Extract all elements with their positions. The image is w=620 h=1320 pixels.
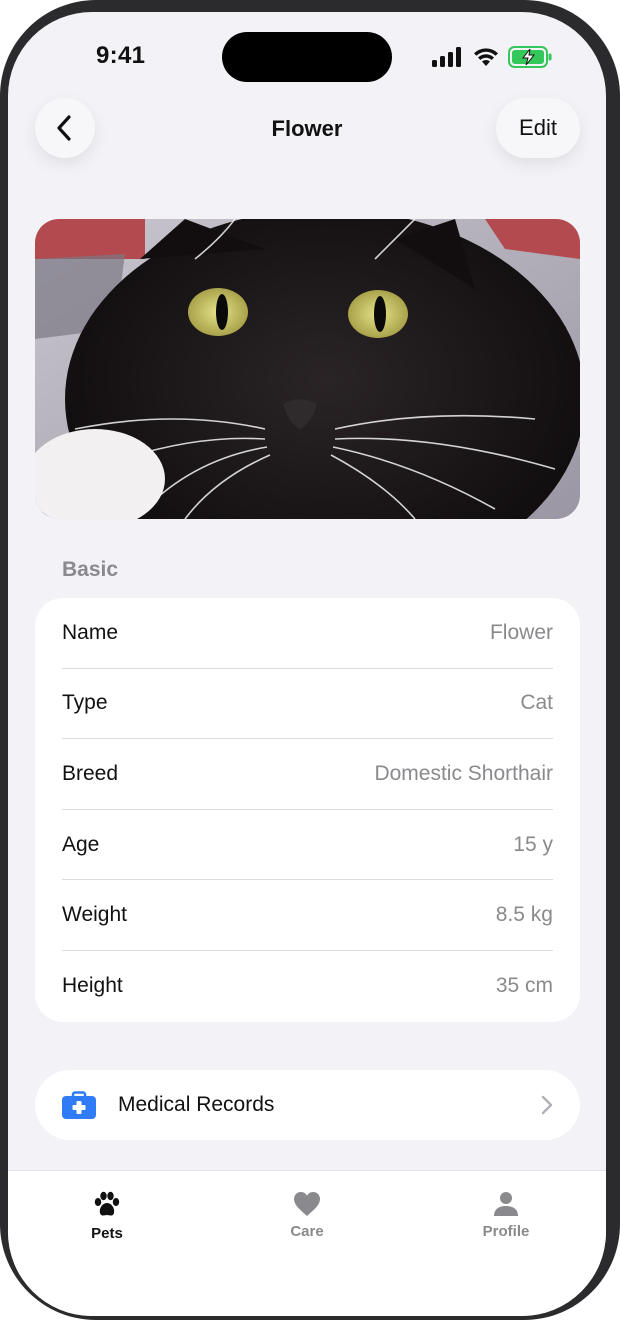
detail-value: Flower [489,620,553,644]
paw-icon [94,1191,120,1216]
tab-care[interactable]: Care [247,1191,367,1240]
medical-records-button[interactable]: Medical Records [35,1070,580,1140]
detail-label: Breed [62,761,119,785]
screen: 9:41 Flower Edit Basic Name Flower Type … [8,12,606,1316]
detail-row-type: Type Cat [62,669,553,740]
detail-label: Height [62,974,123,998]
tab-pets[interactable]: Pets [47,1191,167,1242]
tab-label: Pets [91,1225,123,1242]
device-frame: 9:41 Flower Edit Basic Name Flower Type … [0,0,620,1320]
chevron-right-icon [541,1095,553,1115]
status-time: 9:41 [96,42,146,69]
battery-charging-icon [508,46,552,68]
detail-row-weight: Weight 8.5 kg [62,880,553,951]
pet-photo [35,219,580,519]
wifi-icon [474,48,498,66]
detail-value: 8.5 kg [495,903,553,927]
detail-label: Type [62,691,108,715]
medical-records-label: Medical Records [118,1093,275,1116]
tab-label: Profile [482,1223,530,1240]
heart-icon [294,1192,320,1216]
detail-row-name: Name Flower [62,598,553,669]
detail-value: Domestic Shorthair [374,761,553,785]
signal-icon [432,47,461,67]
edit-button[interactable]: Edit [496,98,580,158]
detail-row-breed: Breed Domestic Shorthair [62,739,553,810]
detail-label: Age [62,832,100,856]
detail-label: Weight [62,903,127,927]
detail-label: Name [62,620,119,644]
detail-value: 35 cm [495,974,553,998]
medical-kit-icon [62,1091,96,1119]
basic-info-card: Name Flower Type Cat Breed Domestic Shor… [35,598,580,1022]
dynamic-island [222,32,392,82]
detail-value: Cat [520,691,553,715]
status-icons [432,46,552,68]
detail-row-age: Age 15 y [62,810,553,881]
tab-label: Care [290,1223,324,1240]
tab-profile[interactable]: Profile [446,1191,566,1240]
detail-row-height: Height 35 cm [62,951,553,1022]
section-header-basic: Basic [62,558,119,581]
detail-value: 15 y [513,832,553,856]
person-icon [494,1192,518,1216]
tab-bar: Pets Care Profile [8,1170,606,1316]
status-bar: 9:41 [8,12,606,92]
